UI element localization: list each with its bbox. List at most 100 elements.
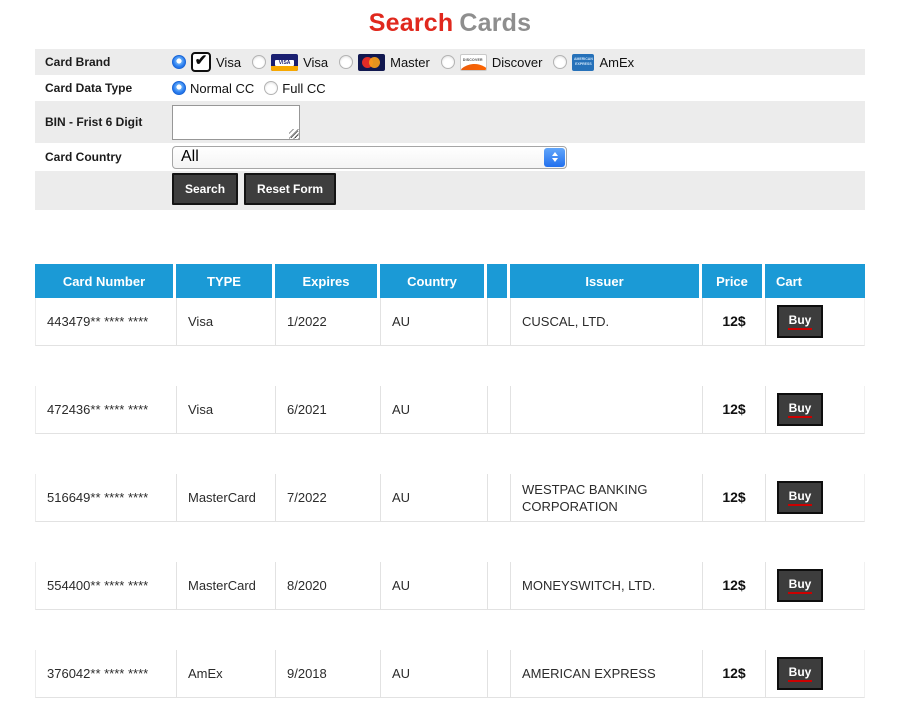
page-title-secondary: Cards	[459, 9, 531, 37]
card-data-type-label: Card Data Type	[35, 81, 172, 95]
page-title: SearchCards	[0, 9, 900, 38]
brand-master-radio[interactable]	[339, 55, 353, 69]
header-type: TYPE	[176, 264, 275, 298]
visa-card-icon	[271, 54, 298, 71]
chevron-down-icon	[552, 158, 558, 162]
price-cell: 12$	[703, 650, 766, 697]
spacer-cell	[488, 386, 511, 433]
cart-cell: Buy	[766, 386, 866, 433]
card-country-row: Card Country All	[35, 143, 865, 171]
buy-button-label: Buy	[788, 577, 813, 594]
brand-amex-radio[interactable]	[553, 55, 567, 69]
header-spacer	[487, 264, 510, 298]
card-number-cell: 376042** **** ****	[36, 650, 177, 697]
card-number-cell: 516649** **** ****	[36, 474, 177, 521]
card-brand-label: Card Brand	[35, 55, 172, 69]
spacer-cell	[488, 562, 511, 609]
header-price: Price	[702, 264, 765, 298]
form-actions-row: Search Reset Form	[35, 171, 865, 210]
issuer-cell: AMERICAN EXPRESS	[511, 650, 703, 697]
brand-option-label: Visa	[303, 55, 328, 70]
buy-button[interactable]: Buy	[777, 393, 823, 426]
card-brand-row: Card Brand Visa Visa Master Discover AmE…	[35, 49, 865, 75]
card-row: 376042** **** **** AmEx 9/2018 AU AMERIC…	[35, 650, 865, 698]
card-row: 516649** **** **** MasterCard 7/2022 AU …	[35, 474, 865, 522]
header-expires: Expires	[275, 264, 380, 298]
country-cell: AU	[381, 562, 488, 609]
card-type-cell: Visa	[177, 298, 276, 345]
issuer-cell	[511, 386, 703, 433]
spacer-cell	[488, 474, 511, 521]
card-country-select[interactable]: All	[172, 146, 567, 169]
card-row: 554400** **** **** MasterCard 8/2020 AU …	[35, 562, 865, 610]
card-number-cell: 554400** **** ****	[36, 562, 177, 609]
card-country-label: Card Country	[35, 150, 172, 164]
card-type-cell: MasterCard	[177, 562, 276, 609]
header-card-number: Card Number	[35, 264, 176, 298]
brand-option-label: Discover	[492, 55, 543, 70]
bin-label: BIN - Frist 6 Digit	[35, 115, 172, 129]
country-cell: AU	[381, 298, 488, 345]
issuer-cell: CUSCAL, LTD.	[511, 298, 703, 345]
cart-cell: Buy	[766, 298, 866, 345]
amex-card-icon	[572, 54, 594, 71]
card-number-cell: 443479** **** ****	[36, 298, 177, 345]
cart-cell: Buy	[766, 562, 866, 609]
card-type-cell: MasterCard	[177, 474, 276, 521]
card-type-cell: Visa	[177, 386, 276, 433]
card-row: 443479** **** **** Visa 1/2022 AU CUSCAL…	[35, 298, 865, 346]
normal-cc-radio[interactable]	[172, 81, 186, 95]
checkbox-checked-icon	[191, 52, 211, 72]
header-country: Country	[380, 264, 487, 298]
country-cell: AU	[381, 650, 488, 697]
header-issuer: Issuer	[510, 264, 702, 298]
spacer-cell	[488, 650, 511, 697]
cart-cell: Buy	[766, 650, 866, 697]
buy-button[interactable]: Buy	[777, 305, 823, 338]
buy-button-label: Buy	[788, 489, 813, 506]
expires-cell: 7/2022	[276, 474, 381, 521]
select-stepper-icon	[544, 148, 565, 167]
brand-visa-radio[interactable]	[252, 55, 266, 69]
page-title-primary: Search	[369, 9, 454, 37]
price-cell: 12$	[703, 298, 766, 345]
buy-button[interactable]: Buy	[777, 657, 823, 690]
spacer-cell	[488, 298, 511, 345]
brand-option-label: Visa	[216, 55, 241, 70]
issuer-cell: MONEYSWITCH, LTD.	[511, 562, 703, 609]
header-cart: Cart	[765, 264, 865, 298]
expires-cell: 6/2021	[276, 386, 381, 433]
price-cell: 12$	[703, 562, 766, 609]
full-cc-radio[interactable]	[264, 81, 278, 95]
issuer-cell: WESTPAC BANKING CORPORATION	[511, 474, 703, 521]
results-table-body: 443479** **** **** Visa 1/2022 AU CUSCAL…	[35, 298, 865, 698]
card-number-cell: 472436** **** ****	[36, 386, 177, 433]
country-cell: AU	[381, 474, 488, 521]
buy-button[interactable]: Buy	[777, 569, 823, 602]
normal-cc-label: Normal CC	[190, 81, 254, 96]
card-type-cell: AmEx	[177, 650, 276, 697]
brand-discover-radio[interactable]	[441, 55, 455, 69]
buy-button-label: Buy	[788, 665, 813, 682]
chevron-up-icon	[552, 152, 558, 156]
expires-cell: 9/2018	[276, 650, 381, 697]
expires-cell: 8/2020	[276, 562, 381, 609]
search-button[interactable]: Search	[172, 173, 238, 205]
card-brand-options: Visa Visa Master Discover AmEx	[172, 52, 865, 72]
full-cc-label: Full CC	[282, 81, 325, 96]
cart-cell: Buy	[766, 474, 866, 521]
results-table: Card Number TYPE Expires Country Issuer …	[35, 264, 865, 698]
discover-card-icon	[460, 54, 487, 71]
expires-cell: 1/2022	[276, 298, 381, 345]
brand-all-radio[interactable]	[172, 55, 186, 69]
buy-button-label: Buy	[788, 313, 813, 330]
card-row: 472436** **** **** Visa 6/2021 AU 12$ Bu…	[35, 386, 865, 434]
card-data-type-row: Card Data Type Normal CC Full CC	[35, 75, 865, 101]
reset-form-button[interactable]: Reset Form	[244, 173, 336, 205]
brand-option-label: Master	[390, 55, 430, 70]
bin-input[interactable]	[172, 105, 300, 140]
card-country-selected-value: All	[173, 148, 199, 166]
country-cell: AU	[381, 386, 488, 433]
buy-button[interactable]: Buy	[777, 481, 823, 514]
search-form: Card Brand Visa Visa Master Discover AmE…	[35, 49, 865, 210]
